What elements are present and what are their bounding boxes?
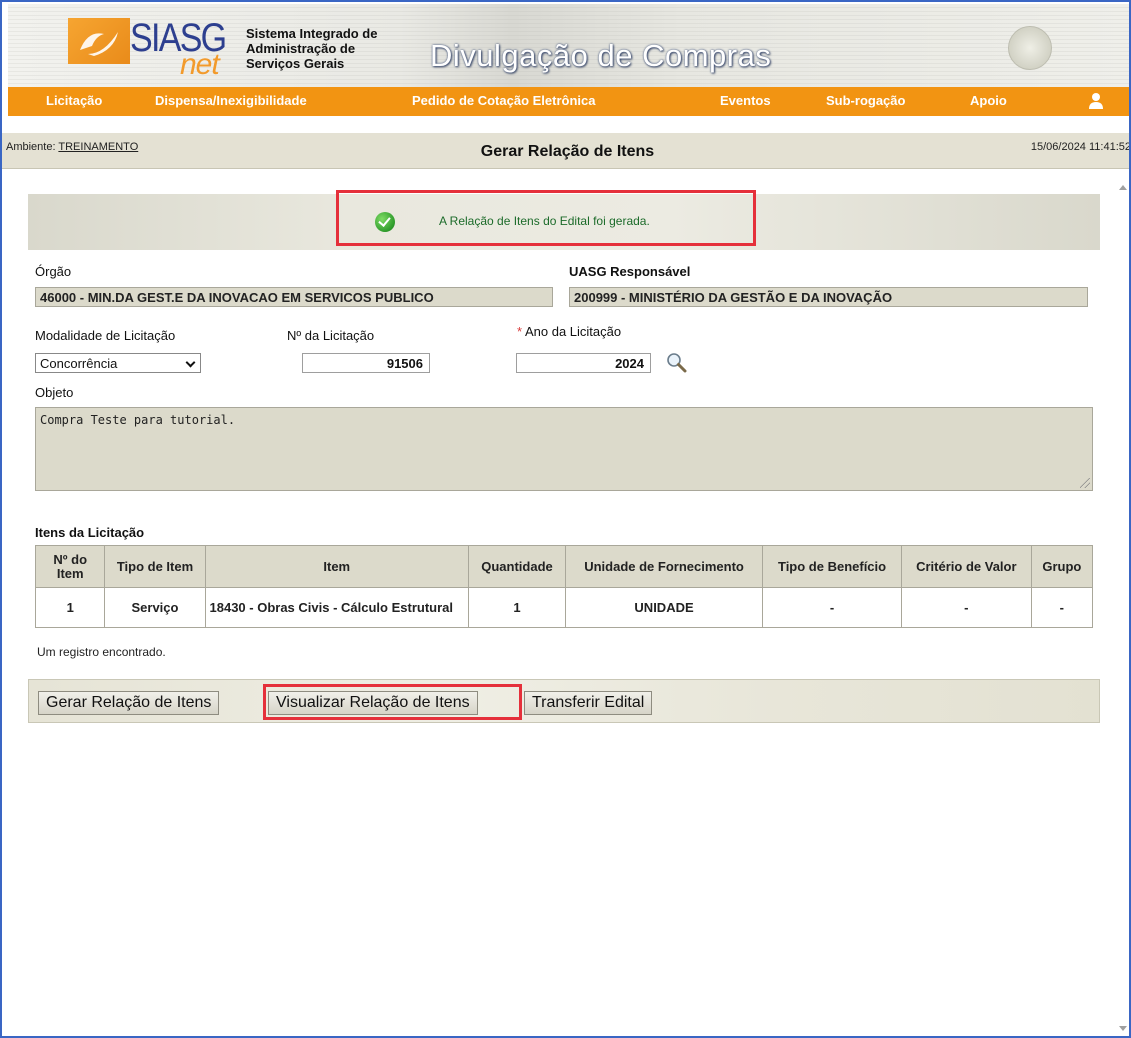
resize-grip-icon[interactable] [1080, 478, 1090, 488]
cell-criterio: - [900, 587, 1032, 628]
portal-title: Divulgação de Compras [430, 38, 772, 73]
col-quantidade: Quantidade [467, 545, 567, 588]
message-highlight-box [336, 190, 756, 246]
search-icon[interactable] [665, 351, 687, 373]
chevron-down-icon [185, 357, 196, 368]
main-menu: Licitação Dispensa/Inexigibilidade Pedid… [8, 87, 1129, 116]
cell-grupo: - [1030, 587, 1094, 628]
objeto-label: Objeto [35, 385, 74, 400]
siasg-logo-mark [68, 18, 130, 64]
scroll-down-arrow-icon[interactable] [1119, 1026, 1127, 1031]
menu-item-sub-rogacao[interactable]: Sub-rogação [826, 93, 905, 108]
modalidade-selected-value: Concorrência [40, 356, 118, 371]
cell-beneficio: - [762, 587, 902, 628]
table-row: 1 Serviço 18430 - Obras Civis - Cálculo … [34, 587, 1094, 628]
page-title: Gerar Relação de Itens [480, 143, 655, 160]
col-item: Item [204, 545, 469, 588]
header-banner: SIASG net Sistema Integrado de Administr… [8, 4, 1129, 87]
col-beneficio: Tipo de Benefício [762, 545, 902, 588]
ano-licitacao-input[interactable]: 2024 [516, 353, 651, 373]
items-table: Nº do Item Tipo de Item Item Quantidade … [34, 545, 1094, 628]
datetime: 15/06/2024 11:41:52 [1030, 141, 1131, 153]
col-criterio: Critério de Valor [900, 545, 1032, 588]
system-name-line1: Sistema Integrado de [246, 26, 378, 41]
uasg-label: UASG Responsável [569, 264, 691, 279]
browser-frame: SIASG net Sistema Integrado de Administr… [0, 0, 1131, 1038]
col-grupo: Grupo [1030, 545, 1094, 588]
cell-tipo: Serviço [104, 587, 206, 628]
info-bar: Ambiente: TREINAMENTO Gerar Relação de I… [2, 133, 1131, 169]
button-highlight-box [263, 684, 522, 720]
col-unidade: Unidade de Fornecimento [564, 545, 764, 588]
ano-label: Ano da Licitação [524, 324, 622, 339]
orgao-label: Órgão [35, 264, 72, 279]
table-header-row: Nº do Item Tipo de Item Item Quantidade … [34, 545, 1094, 588]
modalidade-select[interactable]: Concorrência [35, 353, 201, 373]
col-tipo: Tipo de Item [104, 545, 206, 588]
objeto-textarea[interactable]: Compra Teste para tutorial. [35, 407, 1093, 491]
required-mark: * [517, 324, 523, 339]
coat-of-arms-icon [1008, 26, 1052, 70]
cell-numero: 1 [34, 587, 106, 628]
logo-suffix: net [180, 48, 220, 81]
cell-item: 18430 - Obras Civis - Cálculo Estrutural [204, 587, 469, 628]
system-name: Sistema Integrado de Administração de Se… [246, 26, 377, 71]
menu-item-apoio[interactable]: Apoio [970, 93, 1007, 108]
system-name-line3: Serviços Gerais [246, 56, 345, 71]
uasg-field: 200999 - MINISTÉRIO DA GESTÃO E DA INOVA… [569, 287, 1088, 307]
menu-item-licitacao[interactable]: Licitação [46, 93, 102, 108]
items-section-title: Itens da Licitação [35, 525, 145, 540]
system-name-line2: Administração de [246, 41, 356, 56]
scrollbar[interactable] [1116, 180, 1129, 1036]
col-numero: Nº do Item [34, 545, 106, 588]
orgao-field: 46000 - MIN.DA GEST.E DA INOVACAO EM SER… [35, 287, 553, 307]
numero-label: Nº da Licitação [287, 328, 375, 343]
scroll-up-arrow-icon[interactable] [1119, 185, 1127, 190]
gerar-relacao-button[interactable]: Gerar Relação de Itens [38, 691, 220, 715]
user-icon[interactable] [1088, 92, 1104, 110]
menu-item-eventos[interactable]: Eventos [720, 93, 771, 108]
menu-item-cotacao[interactable]: Pedido de Cotação Eletrônica [412, 93, 596, 108]
cell-unidade: UNIDADE [564, 587, 764, 628]
modalidade-label: Modalidade de Licitação [35, 328, 176, 343]
numero-licitacao-input[interactable]: 91506 [302, 353, 430, 373]
menu-item-dispensa[interactable]: Dispensa/Inexigibilidade [155, 93, 307, 108]
cell-quantidade: 1 [467, 587, 567, 628]
transferir-edital-button[interactable]: Transferir Edital [524, 691, 653, 715]
record-count: Um registro encontrado. [37, 645, 166, 659]
ano-label-wrap: * Ano da Licitação [517, 324, 621, 339]
